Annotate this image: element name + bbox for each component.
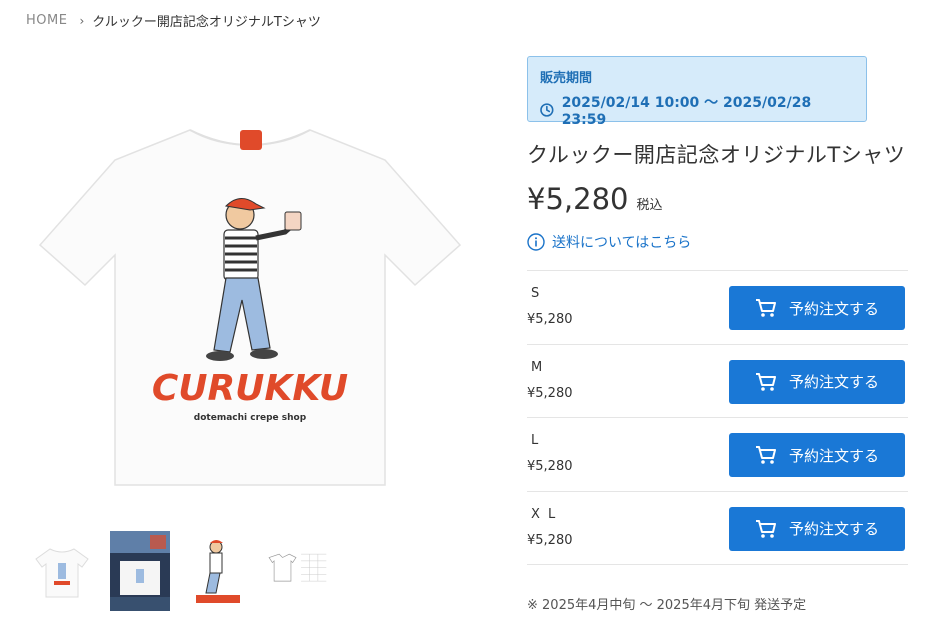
variant-price: ¥5,280: [527, 385, 573, 401]
variant-row-m: M ¥5,280 予約注文する: [527, 345, 908, 418]
thumbnail-strip: [30, 530, 328, 612]
breadcrumb-current: クルックー開店記念オリジナルTシャツ: [92, 15, 321, 30]
variant-list: S ¥5,280 予約注文する M ¥5,280 予約注文する L ¥5,280: [527, 270, 908, 565]
preorder-button-s[interactable]: 予約注文する: [729, 286, 905, 330]
cart-icon: [755, 446, 776, 464]
variant-row-l: L ¥5,280 予約注文する: [527, 418, 908, 492]
clock-icon: [540, 103, 554, 117]
variant-row-xl: X L ¥5,280 予約注文する: [527, 492, 908, 565]
tax-label: 税込: [636, 198, 663, 213]
preorder-button-l[interactable]: 予約注文する: [729, 433, 905, 477]
preorder-button-label: 予約注文する: [788, 299, 879, 318]
cart-icon: [755, 372, 776, 391]
chevron-right-icon: ›: [79, 13, 85, 28]
tag-logo: [240, 130, 262, 150]
product-main-image[interactable]: CURUKKU dotemachi crepe shop: [30, 60, 470, 500]
preorder-button-label: 予約注文する: [788, 373, 879, 391]
thumbnail-size-chart[interactable]: [264, 530, 328, 612]
preorder-button-label: 予約注文する: [788, 520, 879, 538]
logo-tagline: dotemachi crepe shop: [194, 413, 307, 423]
cart-icon: [755, 519, 776, 538]
variant-price: ¥5,280: [527, 459, 573, 474]
variant-price: ¥5,280: [527, 532, 573, 548]
preorder-button-label: 予約注文する: [788, 446, 879, 465]
preorder-button-xl[interactable]: 予約注文する: [729, 506, 905, 551]
breadcrumb-home-link[interactable]: HOME: [26, 13, 67, 28]
cart-icon: [755, 299, 776, 317]
variant-price: ¥5,280: [527, 312, 573, 327]
product-title: クルックー開店記念オリジナルTシャツ: [527, 143, 906, 167]
thumbnail-character-logo[interactable]: [186, 530, 250, 612]
price-row: ¥5,280 税込: [527, 182, 663, 216]
sale-period-range: 2025/02/14 10:00 〜 2025/02/28 23:59: [561, 95, 812, 128]
info-icon: [527, 233, 545, 251]
thumbnail-store-photo[interactable]: [108, 530, 172, 612]
shipping-schedule-note: ※ 2025年4月中旬 〜 2025年4月下旬 発送予定: [527, 598, 807, 613]
thumbnail-tshirt[interactable]: [30, 530, 94, 612]
sale-period-box: 販売期間 2025/02/14 10:00 〜 2025/02/28 23:59: [527, 56, 867, 128]
variant-name: L: [531, 433, 541, 448]
breadcrumb: HOME › クルックー開店記念オリジナルTシャツ: [26, 11, 321, 30]
product-price: ¥5,280: [527, 182, 629, 216]
tshirt-illustration: CURUKKU dotemachi crepe shop: [38, 129, 462, 486]
shipping-info-text[interactable]: 送料についてはこちら: [552, 232, 691, 252]
curukku-logo-text: CURUKKU: [152, 368, 348, 409]
variant-name: X L: [531, 506, 558, 522]
variant-name: M: [531, 359, 545, 375]
preorder-button-m[interactable]: 予約注文する: [729, 359, 905, 404]
variant-row-s: S ¥5,280 予約注文する: [527, 271, 908, 345]
shipping-info-link[interactable]: 送料についてはこちら: [527, 232, 691, 252]
sale-period-range-row: 2025/02/14 10:00 〜 2025/02/28 23:59: [540, 92, 854, 128]
sale-period-title: 販売期間: [540, 71, 593, 86]
variant-name: S: [531, 286, 542, 301]
